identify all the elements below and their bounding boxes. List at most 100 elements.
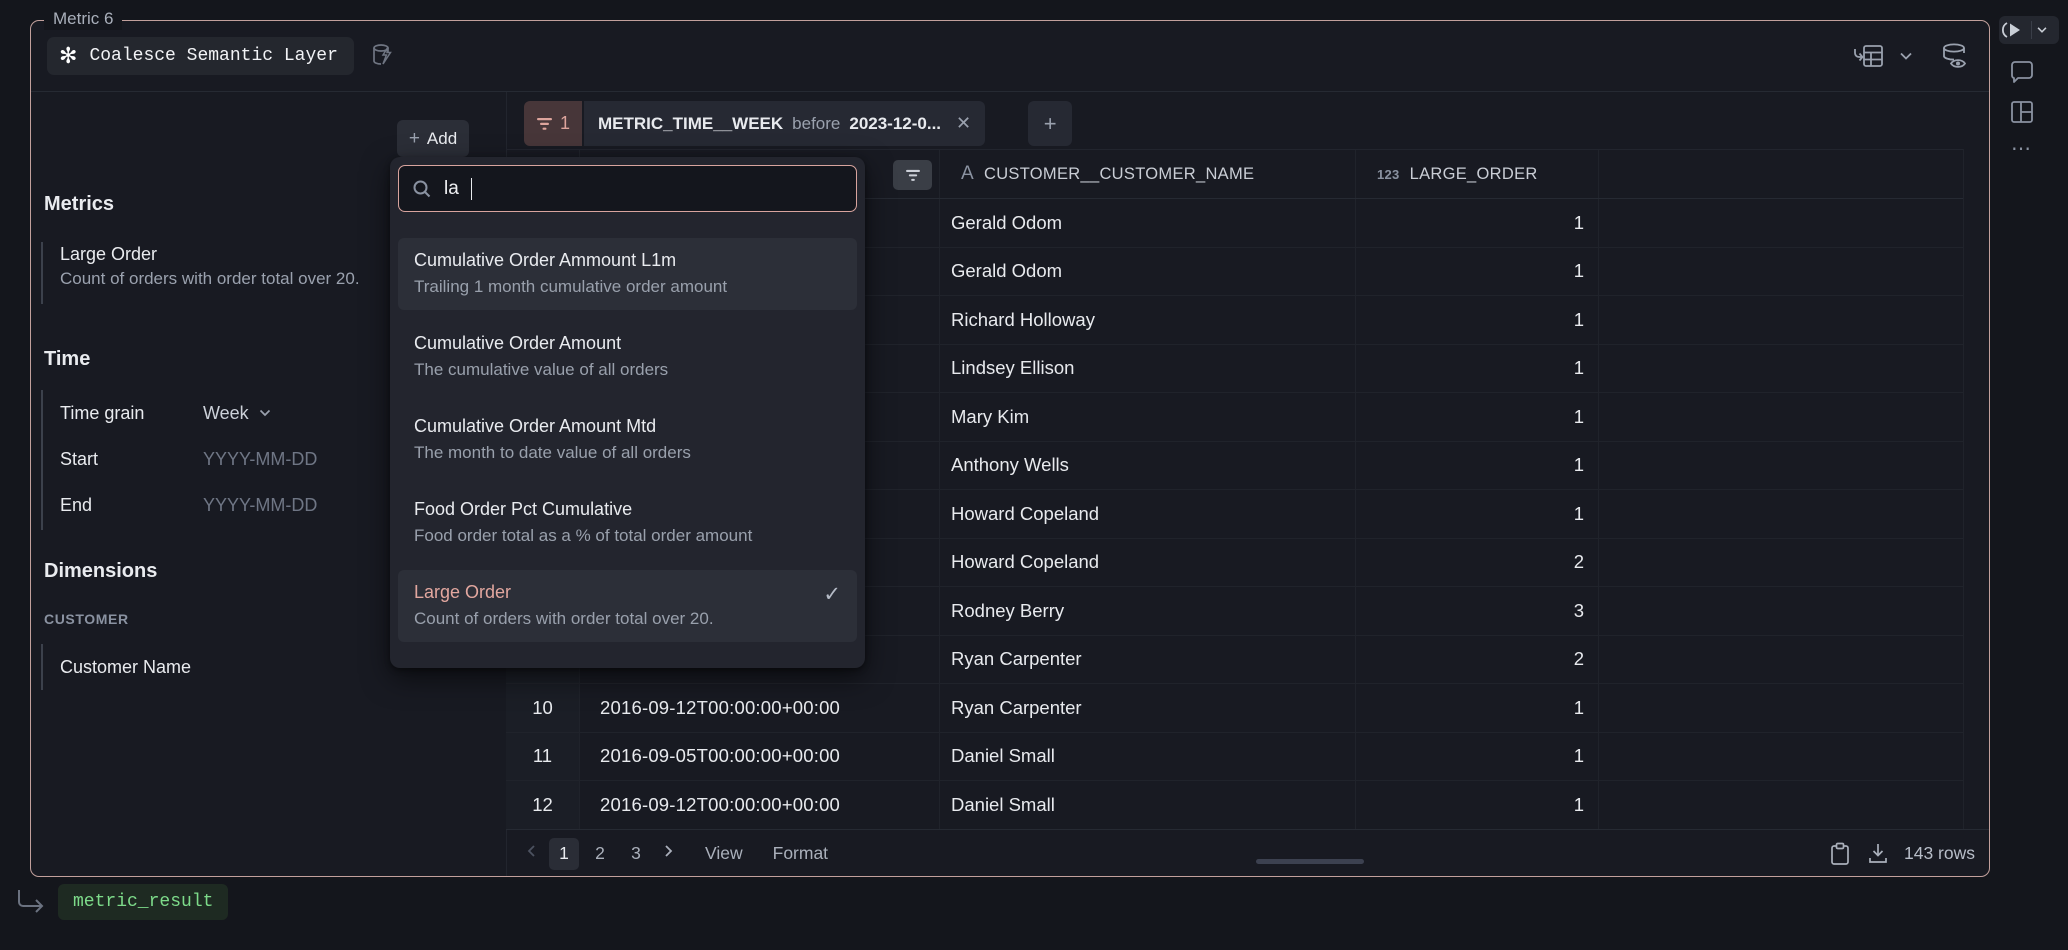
table-cell: 1 [1356, 733, 1599, 781]
table-row[interactable]: 112016-09-05T00:00:00+00:00Daniel Small1 [506, 733, 1963, 782]
search-icon [411, 178, 433, 200]
metric-option[interactable]: Large OrderCount of orders with order to… [398, 570, 857, 642]
page-button[interactable]: 2 [585, 838, 615, 870]
metric-option[interactable]: Food Order Pct CumulativeFood order tota… [398, 487, 857, 559]
filter-count-badge[interactable]: 1 [524, 101, 582, 146]
run-cell-button[interactable] [1999, 16, 2059, 44]
add-label: Add [427, 129, 457, 149]
table-cell: Richard Holloway [940, 296, 1356, 344]
start-placeholder: YYYY-MM-DD [203, 449, 317, 470]
search-query: la [444, 178, 459, 200]
add-metric-button[interactable]: + Add [397, 120, 469, 157]
table-cell [1599, 490, 1963, 538]
table-cell: 12 [506, 781, 580, 829]
metric-option-title: Cumulative Order Amount [414, 330, 841, 356]
table-cell: 10 [506, 684, 580, 732]
time-heading: Time [44, 348, 90, 371]
table-cell: Howard Copeland [940, 490, 1356, 538]
next-page-icon[interactable] [657, 843, 679, 864]
preview-data-icon[interactable] [1937, 40, 1973, 72]
prev-page-icon[interactable] [521, 843, 543, 864]
table-cell [1599, 296, 1963, 344]
text-type-icon: A [961, 163, 974, 185]
metric-option-desc: Food order total as a % of total order a… [414, 522, 841, 549]
filter-bar: 1 METRIC_TIME__WEEK before 2023-12-0... … [524, 101, 1072, 146]
filter-icon [536, 117, 553, 131]
filter-field: METRIC_TIME__WEEK [598, 114, 783, 134]
table-cell: 1 [1356, 296, 1599, 344]
metric-option-desc: Count of orders with order total over 20… [414, 605, 841, 632]
chevron-down-icon [257, 405, 273, 421]
start-label: Start [60, 449, 203, 470]
table-cell [1599, 781, 1963, 829]
table-cell: Daniel Small [940, 733, 1356, 781]
metric-option-title: Cumulative Order Amount Mtd [414, 413, 841, 439]
dimensions-heading: Dimensions [44, 560, 157, 583]
comment-icon[interactable] [2004, 58, 2040, 86]
view-menu[interactable]: View [705, 843, 743, 864]
table-cell [1599, 587, 1963, 635]
time-grain-value: Week [203, 403, 249, 424]
metric-option[interactable]: Cumulative Order Amount MtdThe month to … [398, 404, 857, 476]
table-row[interactable]: 122016-09-12T00:00:00+00:00Daniel Small1 [506, 781, 1963, 830]
return-arrow-icon [14, 886, 48, 918]
copy-table-icon[interactable] [1828, 841, 1852, 867]
number-type-icon: 123 [1377, 167, 1400, 182]
filter-chip[interactable]: METRIC_TIME__WEEK before 2023-12-0... ✕ [584, 101, 985, 146]
table-row[interactable]: 102016-09-12T00:00:00+00:00Ryan Carpente… [506, 684, 1963, 733]
snowflake-icon: ✻ [59, 45, 77, 67]
plus-icon: + [409, 128, 420, 150]
metric-item[interactable]: Large Order Count of orders with order t… [41, 242, 360, 304]
value-column-header[interactable]: 123 LARGE_ORDER [1356, 150, 1599, 198]
value-column-title: LARGE_ORDER [1410, 165, 1538, 184]
metric-option-title: Cumulative Order Ammount L1m [414, 247, 841, 273]
page-button[interactable]: 1 [549, 838, 579, 870]
table-cell [1599, 199, 1963, 247]
dimension-item-title: Customer Name [60, 655, 191, 679]
dimension-item[interactable]: Customer Name [41, 644, 191, 690]
table-cell [1599, 684, 1963, 732]
result-variable[interactable]: metric_result [58, 884, 228, 920]
table-cell: Mary Kim [940, 393, 1356, 441]
cell-label: Metric 6 [44, 8, 122, 30]
metric-search-input[interactable]: la [398, 165, 857, 212]
table-cell: Howard Copeland [940, 539, 1356, 587]
layout-icon[interactable] [2004, 98, 2040, 126]
cell-title-chip[interactable]: ✻ Coalesce Semantic Layer [47, 37, 354, 75]
format-menu[interactable]: Format [773, 843, 828, 864]
metric-option[interactable]: Cumulative Order Ammount L1mTrailing 1 m… [398, 238, 857, 310]
metric-option[interactable]: Cumulative Order AmountThe cumulative va… [398, 321, 857, 393]
end-date-field[interactable]: YYYY-MM-DD [203, 495, 317, 516]
time-grain-select[interactable]: Week [203, 403, 273, 424]
table-cell [1599, 636, 1963, 684]
name-column-header[interactable]: A CUSTOMER__CUSTOMER_NAME [940, 150, 1356, 198]
page-button[interactable]: 3 [621, 838, 651, 870]
table-cell: 11 [506, 733, 580, 781]
table-output-icon[interactable] [1853, 41, 1887, 71]
table-cell: Gerald Odom [940, 248, 1356, 296]
pagination: 123 [521, 838, 679, 870]
start-date-field[interactable]: YYYY-MM-DD [203, 449, 317, 470]
table-cell: Lindsey Ellison [940, 345, 1356, 393]
chevron-down-icon[interactable] [1897, 47, 1915, 65]
filter-count: 1 [560, 113, 570, 134]
download-icon[interactable] [1866, 841, 1890, 867]
page-list: 123 [549, 838, 651, 870]
more-options-icon[interactable]: ⋯ [2004, 134, 2040, 162]
name-column-title: CUSTOMER__CUSTOMER_NAME [984, 165, 1254, 184]
metric-option-desc: The month to date value of all orders [414, 439, 841, 466]
table-cell: 2 [1356, 636, 1599, 684]
table-cell: 2 [1356, 539, 1599, 587]
metric-item-desc: Count of orders with order total over 20… [60, 266, 360, 292]
table-cell: Daniel Small [940, 781, 1356, 829]
remove-filter-icon[interactable]: ✕ [956, 113, 971, 134]
text-caret [471, 178, 473, 200]
add-filter-button[interactable]: + [1028, 101, 1072, 146]
chevron-down-icon[interactable] [2035, 23, 2049, 37]
horizontal-scrollbar[interactable] [1256, 859, 1364, 864]
column-filter-button[interactable] [893, 160, 932, 190]
edit-source-icon[interactable] [368, 41, 398, 71]
table-cell: 1 [1356, 684, 1599, 732]
metric-option-desc: The cumulative value of all orders [414, 356, 841, 383]
metric-option-list: Cumulative Order Ammount L1mTrailing 1 m… [398, 238, 857, 642]
